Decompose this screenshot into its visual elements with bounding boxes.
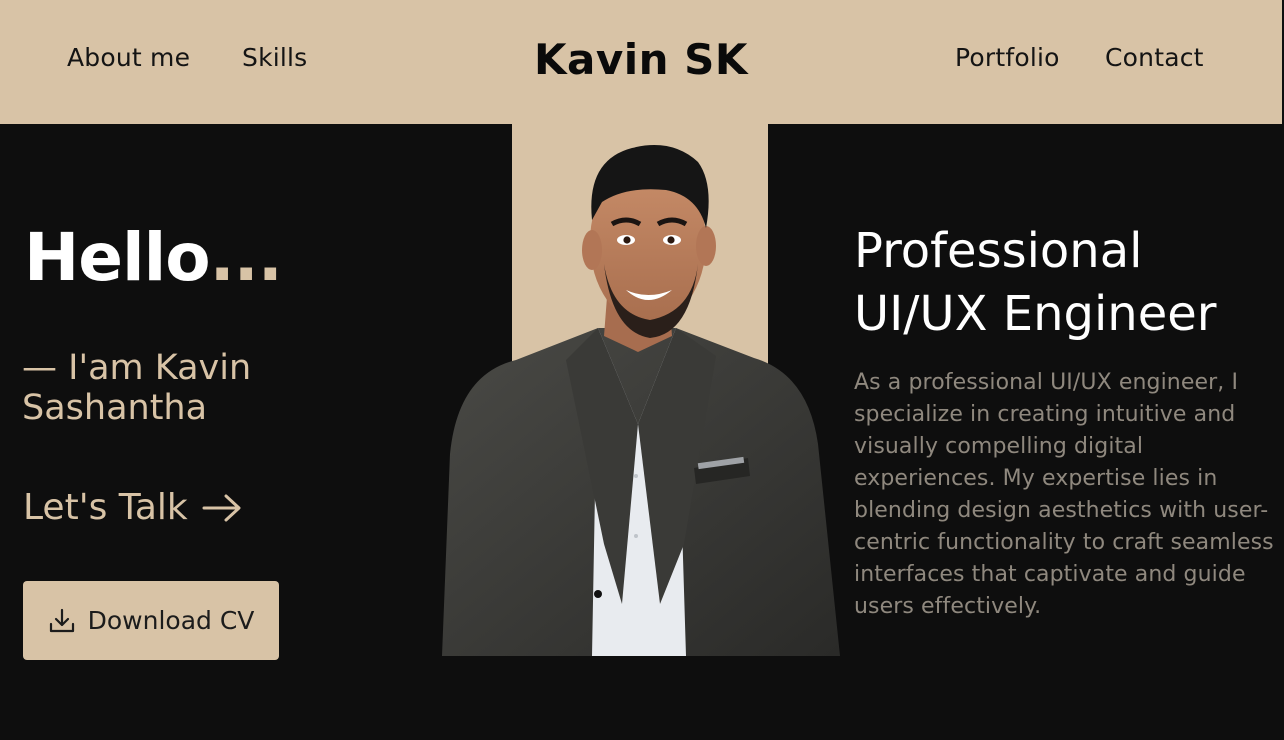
nav-contact[interactable]: Contact bbox=[1105, 40, 1204, 76]
arrow-right-icon bbox=[202, 494, 241, 522]
site-logo[interactable]: Kavin SK bbox=[0, 32, 1282, 88]
bio-text: As a professional UI/UX engineer, I spec… bbox=[854, 370, 1274, 619]
lets-talk-label: Let's Talk bbox=[23, 487, 188, 528]
hero-greeting: Hello... bbox=[24, 216, 283, 300]
download-icon bbox=[49, 608, 74, 632]
nav-portfolio[interactable]: Portfolio bbox=[955, 40, 1060, 76]
greeting-ellipsis: ... bbox=[209, 219, 283, 296]
greeting-text: Hello bbox=[24, 219, 211, 296]
download-cv-button[interactable]: Download CV bbox=[23, 581, 279, 660]
role-title-line1: Professional bbox=[854, 223, 1143, 279]
role-title: Professional UI/UX Engineer bbox=[854, 220, 1274, 346]
portrait-photo bbox=[442, 145, 840, 656]
download-cv-label: Download CV bbox=[87, 606, 255, 635]
role-title-line2: UI/UX Engineer bbox=[854, 286, 1217, 342]
lets-talk-link[interactable]: Let's Talk bbox=[23, 486, 242, 530]
site-header: About me Skills Kavin SK Portfolio Conta… bbox=[0, 0, 1282, 124]
hero-intro: — I'am Kavin Sashantha bbox=[22, 348, 252, 428]
